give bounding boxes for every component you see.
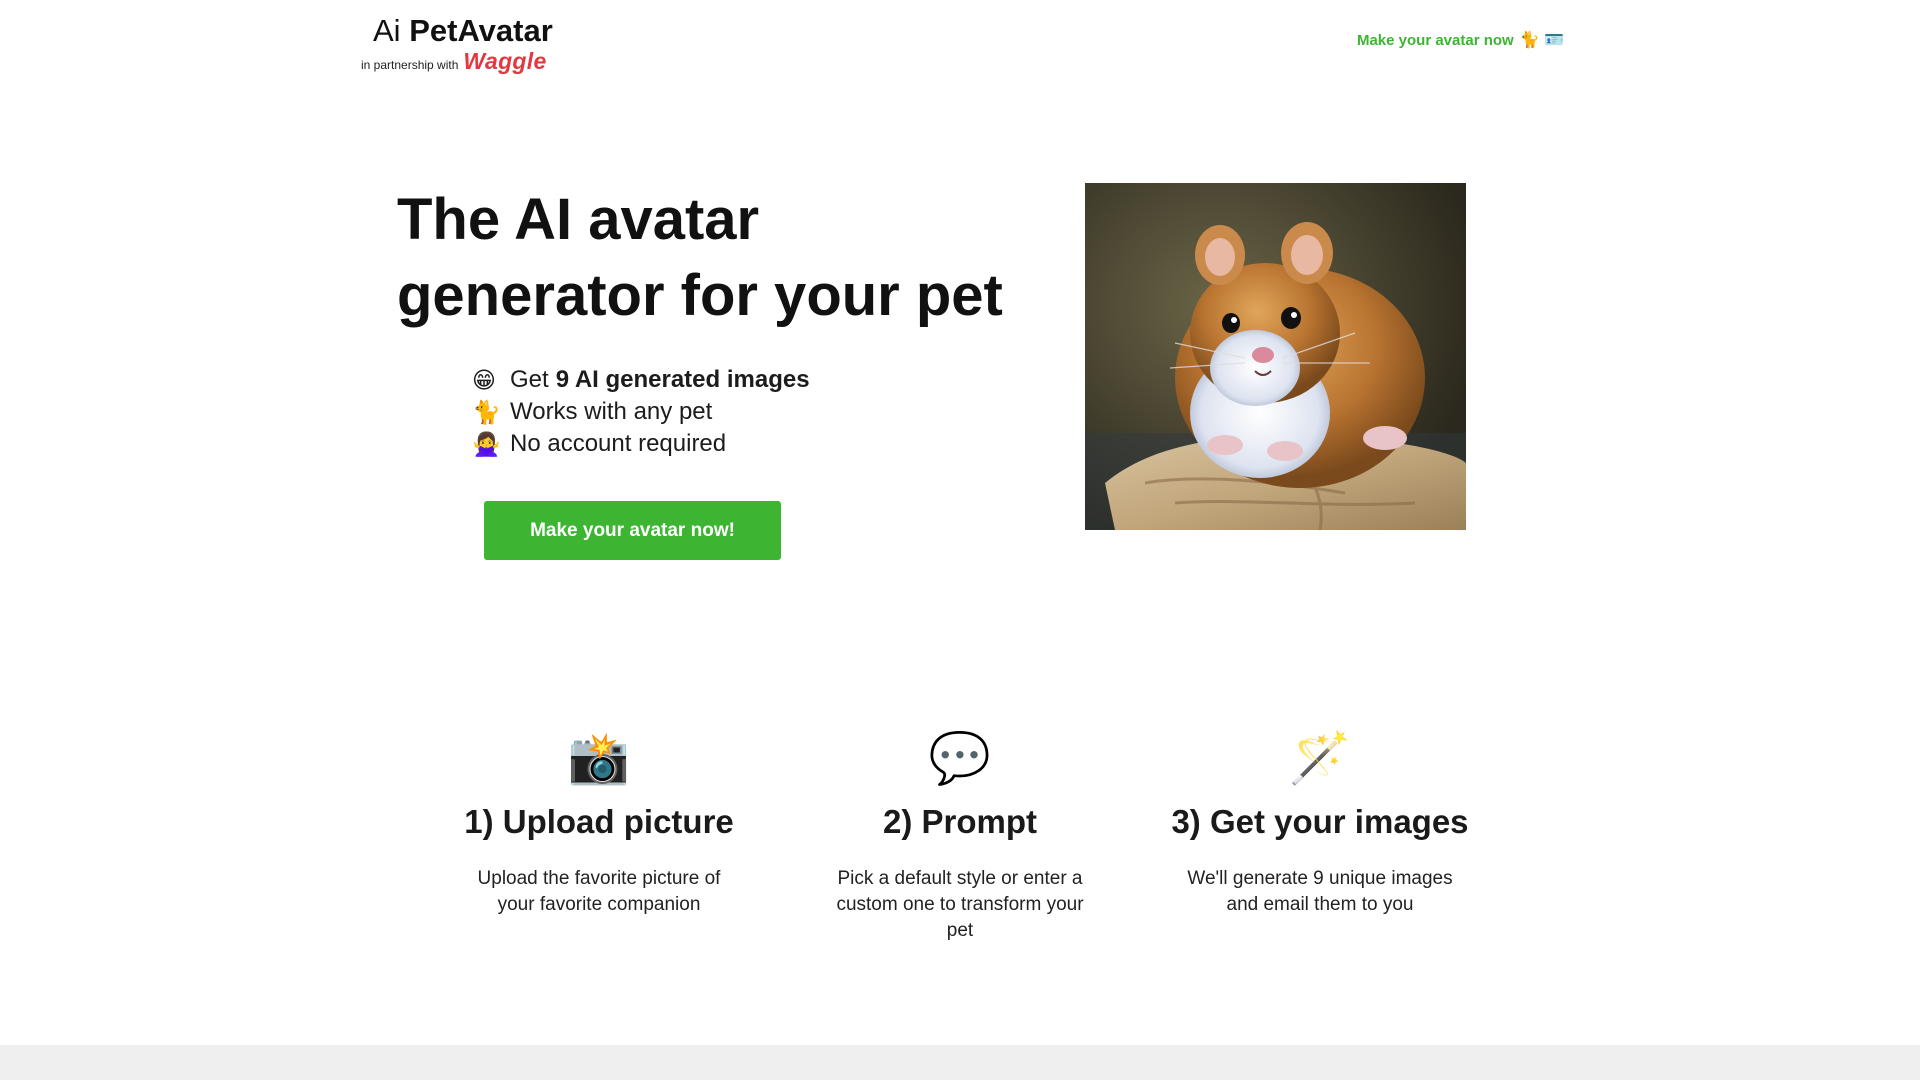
speech-bubble-icon: 💬 <box>928 730 992 786</box>
hero-title: The AI avatar generator for your pet <box>397 187 1003 328</box>
cat-id-icon: 🐈 🪪 <box>1519 32 1564 49</box>
hamster-avatar-image <box>1085 183 1466 530</box>
magic-wand-icon: 🪄 <box>1288 730 1352 786</box>
cat-icon: 🐈 <box>472 399 501 425</box>
logo[interactable]: Ai PetAvatar in partnership with Waggle <box>361 12 561 74</box>
logo-wordmark: Ai PetAvatar <box>373 12 553 50</box>
step-description: Pick a default style or enter a custom o… <box>836 868 1084 941</box>
person-gesturing-no-icon: 🙅‍♀️ <box>472 431 501 457</box>
feature-list: 😁 Get 9 AI generated images 🐈 Works with… <box>472 364 810 460</box>
feature-text: Works with any pet <box>510 398 713 425</box>
logo-name-text: PetAvatar <box>409 13 553 48</box>
waggle-logo: Waggle <box>463 48 547 74</box>
step-title: 2) Prompt <box>882 803 1037 840</box>
logo-ai-text: Ai <box>373 13 401 48</box>
make-avatar-button[interactable]: Make your avatar now! <box>484 501 781 560</box>
feature-text: No account required <box>510 430 727 457</box>
feature-item: 🐈 Works with any pet <box>472 396 810 428</box>
site-header: Ai PetAvatar in partnership with Waggle … <box>0 0 1920 90</box>
footer-band <box>0 1045 1920 1080</box>
header-cta-link[interactable]: Make your avatar now 🐈 🪪 <box>1357 30 1564 50</box>
feature-text: Get <box>510 366 549 393</box>
feature-item: 🙅‍♀️ No account required <box>472 428 810 460</box>
logo-partnership: in partnership with Waggle <box>361 48 547 75</box>
step-prompt: 💬 2) Prompt Pick a default style or ente… <box>810 728 1110 944</box>
step-title: 1) Upload picture <box>464 803 734 840</box>
step-description: We'll generate 9 unique images and email… <box>1187 868 1453 915</box>
grinning-face-icon: 😁 <box>472 367 496 393</box>
hamster-illustration <box>1085 183 1466 530</box>
logo-partner-text: in partnership with <box>361 58 459 72</box>
step-upload-picture: 📸 1) Upload picture Upload the favorite … <box>449 728 749 918</box>
feature-highlight: 9 AI generated images <box>555 366 810 393</box>
feature-item: 😁 Get 9 AI generated images <box>472 364 810 396</box>
step-get-images: 🪄 3) Get your images We'll generate 9 un… <box>1170 728 1470 918</box>
step-title: 3) Get your images <box>1171 803 1469 840</box>
header-cta-label: Make your avatar now <box>1356 31 1514 49</box>
camera-flash-icon: 📸 <box>567 730 631 786</box>
step-description: Upload the favorite picture of your favo… <box>477 868 721 915</box>
